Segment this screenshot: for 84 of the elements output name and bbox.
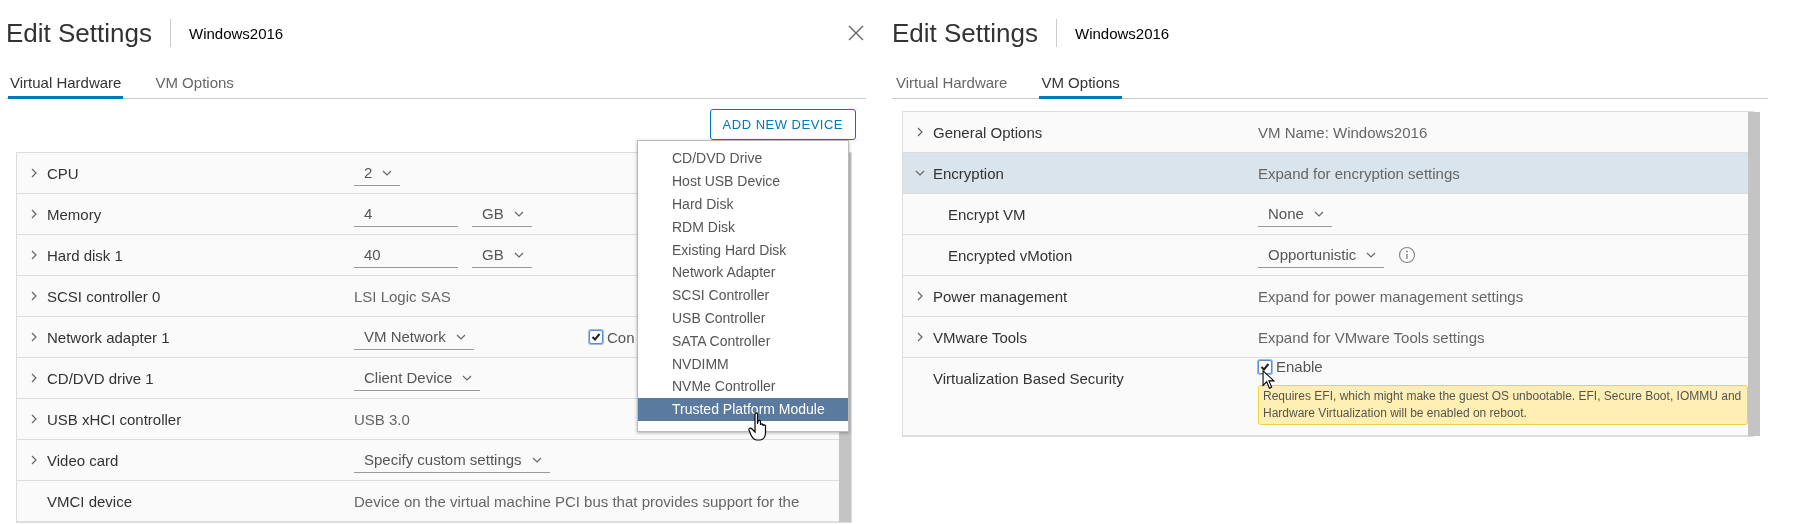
setting-label: CD/DVD drive 1 bbox=[47, 369, 154, 387]
menu-item[interactable]: Hard Disk bbox=[638, 192, 848, 216]
caret-icon bbox=[513, 251, 524, 258]
input-field[interactable]: 40 bbox=[354, 242, 458, 268]
chevron-icon[interactable] bbox=[29, 250, 39, 260]
dialog-title: Edit Settings bbox=[892, 17, 1038, 49]
setting-label: SCSI controller 0 bbox=[47, 287, 161, 305]
input-field[interactable]: 4 bbox=[354, 201, 458, 227]
setting-label: Memory bbox=[47, 205, 102, 223]
setting-label: Encrypted vMotion bbox=[948, 246, 1073, 264]
menu-item[interactable]: Host USB Device bbox=[638, 169, 848, 193]
setting-label: CPU bbox=[47, 164, 79, 182]
setting-label: Encryption bbox=[933, 164, 1004, 182]
caret-icon bbox=[1313, 210, 1324, 217]
menu-item[interactable]: Trusted Platform Module bbox=[638, 397, 848, 421]
dropdown[interactable]: VM Network bbox=[354, 324, 474, 350]
setting-label: Power management bbox=[933, 287, 1068, 305]
chevron-icon[interactable] bbox=[29, 455, 39, 465]
menu-item[interactable]: USB Controller bbox=[638, 306, 848, 330]
close-icon[interactable] bbox=[848, 25, 864, 41]
setting-label: Video card bbox=[47, 451, 119, 469]
selected-row[interactable]: Encryption Expand for encryption settings bbox=[903, 153, 1748, 194]
setting-label: General Options bbox=[933, 123, 1043, 141]
dropdown[interactable]: Opportunistic bbox=[1258, 242, 1385, 268]
tab[interactable]: VM Options bbox=[153, 62, 236, 99]
warning-message: Requires EFI, which might make the guest OS unbootable. EFI, Secure Boot, IOMMU and Hardware Virtualization will be enabled on reboot. bbox=[1258, 385, 1748, 425]
setting-value: VM Name: Windows2016 bbox=[1258, 123, 1428, 141]
setting-value: Expand for VMware Tools settings bbox=[1258, 328, 1485, 346]
setting-value: Device on the virtual machine PCI bus that provides support for the bbox=[354, 492, 800, 510]
caret-icon bbox=[1366, 251, 1377, 258]
chevron-icon[interactable] bbox=[29, 414, 39, 424]
setting-label: VMware Tools bbox=[933, 328, 1027, 346]
checkbox[interactable] bbox=[589, 330, 603, 344]
vm-name: Windows2016 bbox=[189, 24, 284, 42]
caret-icon bbox=[382, 169, 393, 176]
dropdown[interactable]: Client Device bbox=[354, 365, 481, 391]
menu-item[interactable]: NVDIMM bbox=[638, 352, 848, 375]
tab[interactable]: VM Options bbox=[1039, 62, 1122, 99]
setting-value: Expand for encryption settings bbox=[1258, 164, 1460, 182]
menu-item[interactable]: CD/DVD Drive bbox=[638, 147, 848, 170]
add-device-button[interactable]: ADD NEW DEVICE bbox=[709, 109, 856, 140]
chevron-icon[interactable] bbox=[915, 127, 925, 137]
pointer-cursor-icon bbox=[1262, 370, 1275, 390]
chevron-icon[interactable] bbox=[29, 373, 39, 383]
setting-label: Encrypt VM bbox=[948, 205, 1026, 223]
caret-icon bbox=[462, 374, 473, 381]
chevron-icon[interactable] bbox=[29, 168, 39, 178]
setting-label: Network adapter 1 bbox=[47, 328, 170, 346]
menu-item[interactable]: SATA Controller bbox=[638, 329, 848, 353]
chevron-icon[interactable] bbox=[29, 332, 39, 342]
info-icon[interactable] bbox=[1398, 246, 1417, 264]
setting-label: Virtualization Based Security bbox=[933, 369, 1124, 387]
setting-value: USB 3.0 bbox=[354, 410, 410, 428]
tab[interactable]: Virtual Hardware bbox=[894, 62, 1010, 99]
setting-label: VMCI device bbox=[47, 492, 133, 510]
dropdown[interactable]: 2 bbox=[354, 160, 401, 186]
checkbox[interactable] bbox=[1258, 359, 1272, 374]
setting-value: LSI Logic SAS bbox=[354, 287, 451, 305]
menu-item[interactable]: RDM Disk bbox=[638, 215, 848, 239]
menu-item[interactable]: SCSI Controller bbox=[638, 283, 848, 307]
menu-item[interactable]: NVMe Controller bbox=[638, 374, 848, 398]
caret-icon bbox=[455, 333, 466, 340]
caret-icon bbox=[531, 456, 542, 463]
menu-item[interactable]: Existing Hard Disk bbox=[638, 238, 848, 261]
chevron-icon[interactable] bbox=[29, 291, 39, 301]
dropdown[interactable]: GB bbox=[472, 242, 532, 268]
chevron-icon[interactable] bbox=[915, 332, 925, 342]
setting-label: Hard disk 1 bbox=[47, 246, 123, 264]
setting-label: USB xHCI controller bbox=[47, 410, 182, 428]
tab[interactable]: Virtual Hardware bbox=[8, 62, 124, 99]
checkbox-label: Con bbox=[607, 328, 635, 346]
dropdown[interactable]: None bbox=[1258, 201, 1332, 227]
chevron-icon[interactable] bbox=[915, 291, 925, 301]
vm-name: Windows2016 bbox=[1075, 24, 1170, 42]
checkbox-label: Enable bbox=[1276, 358, 1323, 375]
chevron-icon[interactable] bbox=[29, 209, 39, 219]
caret-icon bbox=[513, 210, 524, 217]
menu-item[interactable]: Network Adapter bbox=[638, 261, 848, 284]
setting-value: Expand for power management settings bbox=[1258, 287, 1524, 305]
dialog-title: Edit Settings bbox=[6, 17, 152, 49]
dropdown[interactable]: Specify custom settings bbox=[354, 447, 550, 473]
chevron-icon[interactable] bbox=[915, 168, 925, 178]
dropdown[interactable]: GB bbox=[472, 201, 532, 227]
scrollbar[interactable] bbox=[1748, 112, 1760, 436]
